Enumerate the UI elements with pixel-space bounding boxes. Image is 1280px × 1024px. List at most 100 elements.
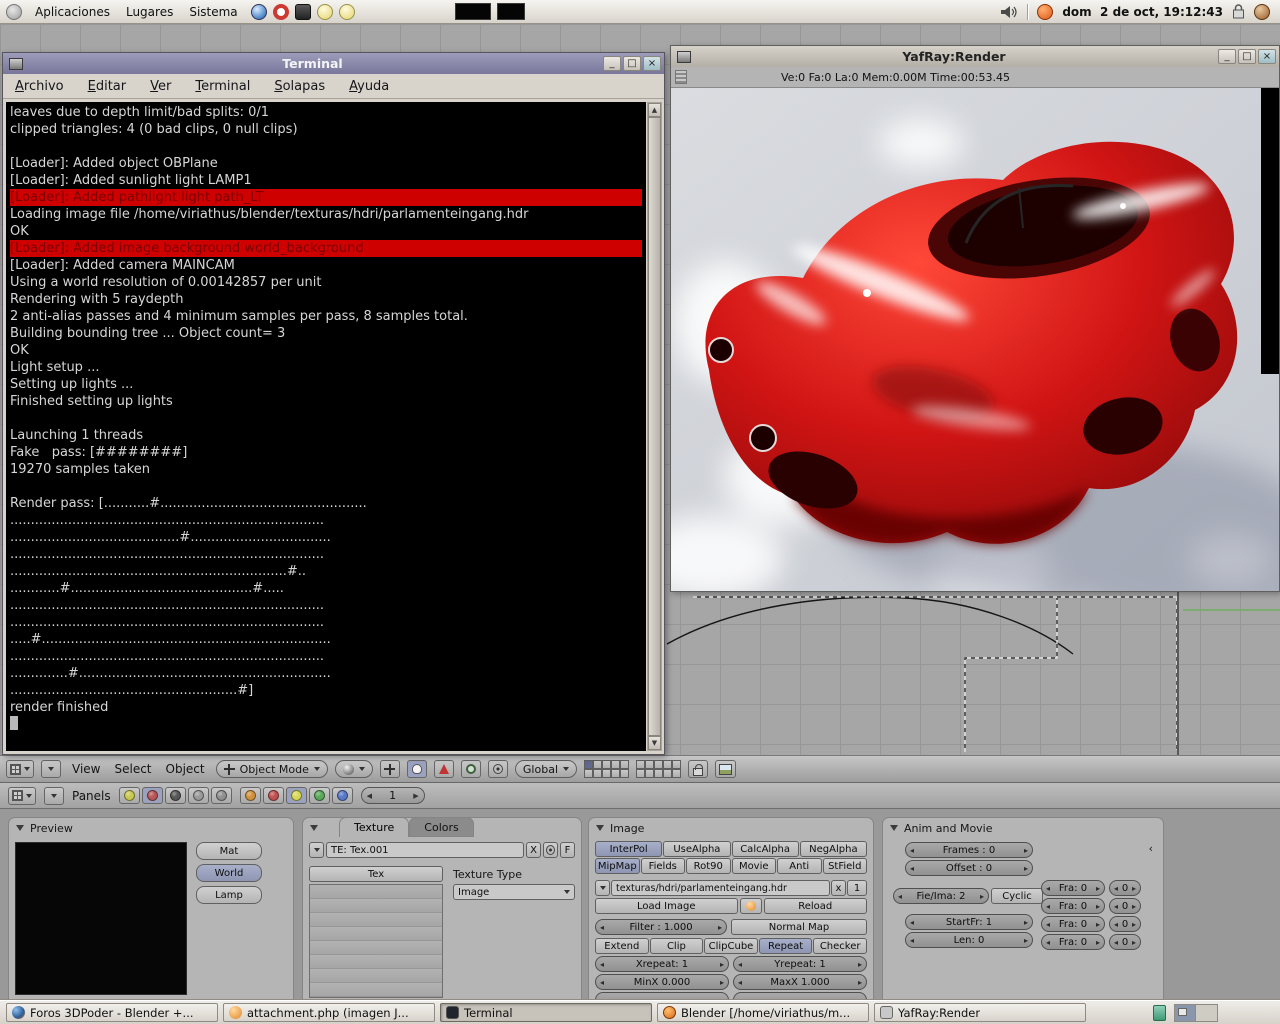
- texture-browse-button[interactable]: [309, 842, 324, 858]
- minimize-button[interactable]: _: [1218, 49, 1236, 64]
- top-menu-sistema[interactable]: Sistema: [182, 3, 244, 21]
- fra-field[interactable]: Fra: 0: [1041, 916, 1105, 932]
- startfr-field[interactable]: StartFr: 1: [905, 914, 1033, 930]
- panel-collapse-icon[interactable]: [890, 825, 898, 831]
- scene-icon[interactable]: [210, 787, 232, 804]
- top-menu-lugares[interactable]: Lugares: [119, 3, 180, 21]
- minimize-button[interactable]: _: [603, 56, 621, 71]
- yrepeat-slider[interactable]: Yrepeat: 1: [733, 956, 867, 972]
- notes-tray-icon[interactable]: [1153, 1004, 1166, 1021]
- image-checker-button[interactable]: Checker: [813, 938, 867, 954]
- frames-field[interactable]: Frames : 0: [905, 842, 1033, 858]
- script-icon[interactable]: [164, 787, 186, 804]
- terminal-menu-ver[interactable]: Ver: [150, 79, 171, 94]
- terminal-menu-editar[interactable]: Editar: [88, 79, 127, 94]
- rotate-manipulator-button[interactable]: [433, 760, 454, 778]
- layer-button[interactable]: [636, 769, 645, 778]
- logic-icon[interactable]: [118, 787, 140, 804]
- cyclic-button[interactable]: Cyclic: [991, 888, 1043, 904]
- fra-zero-field[interactable]: 0: [1109, 880, 1141, 896]
- reload-button[interactable]: Reload: [763, 898, 867, 914]
- anim-panel-header[interactable]: Anim and Movie: [883, 818, 1163, 838]
- layer-button[interactable]: [611, 769, 620, 778]
- image-delete-button[interactable]: x: [831, 880, 846, 896]
- terminal-menu-solapas[interactable]: Solapas: [274, 79, 325, 94]
- layer-button[interactable]: [584, 760, 593, 769]
- layer-button[interactable]: [645, 769, 654, 778]
- terminal-output[interactable]: leaves due to depth limit/bad splits: 0/…: [6, 102, 646, 751]
- scroll-up-icon[interactable]: [648, 103, 661, 117]
- taskbar-task[interactable]: YafRay:Render: [874, 1003, 1086, 1022]
- scrollbar-thumb[interactable]: [648, 117, 661, 736]
- viewport-menu-view[interactable]: View: [72, 762, 100, 776]
- maximize-button[interactable]: □: [1238, 49, 1256, 64]
- image-extend-button[interactable]: Extend: [595, 938, 649, 954]
- lamp-icon[interactable]: [239, 787, 261, 804]
- volume-icon[interactable]: [1000, 5, 1018, 19]
- hand-tool-button[interactable]: [406, 760, 427, 778]
- tab-texture[interactable]: Texture: [339, 817, 410, 837]
- workspace-1[interactable]: [1175, 1004, 1196, 1021]
- normal-map-button[interactable]: Normal Map: [731, 919, 867, 935]
- terminal-menu-archivo[interactable]: Archivo: [15, 79, 64, 94]
- panel-collapse-icon[interactable]: [16, 825, 24, 831]
- fra-field[interactable]: Fra: 0: [1041, 934, 1105, 950]
- preview-world-button[interactable]: World: [196, 864, 262, 882]
- maxx-field[interactable]: MaxX 1.000: [733, 974, 867, 990]
- layer-button[interactable]: [672, 760, 681, 769]
- yafray-titlebar[interactable]: YafRay:Render _ □ ×: [671, 46, 1279, 67]
- mode-dropdown[interactable]: Object Mode: [215, 760, 328, 778]
- layer-button[interactable]: [654, 760, 663, 769]
- close-button[interactable]: ×: [643, 56, 661, 71]
- update-notifier-icon[interactable]: [1037, 3, 1054, 20]
- layer-button[interactable]: [620, 760, 629, 769]
- bulb-launcher-icon-2[interactable]: [338, 3, 355, 20]
- layer-button[interactable]: [663, 760, 672, 769]
- filter-slider[interactable]: Filter : 1.000: [595, 919, 727, 935]
- offset-field[interactable]: Offset : 0: [905, 860, 1033, 876]
- layer-button[interactable]: [654, 769, 663, 778]
- miny-field-cropped[interactable]: [595, 992, 729, 1000]
- center-manipulator-button[interactable]: [487, 760, 508, 778]
- image-clip-button[interactable]: Clip: [649, 938, 704, 954]
- maxy-field-cropped[interactable]: [733, 992, 867, 1000]
- help-launcher-icon[interactable]: [272, 3, 289, 20]
- layer-button[interactable]: [611, 760, 620, 769]
- window-swatch-1[interactable]: [455, 3, 491, 20]
- terminal-menu-terminal[interactable]: Terminal: [195, 79, 250, 94]
- layer-button[interactable]: [645, 760, 654, 769]
- image-interpol-button[interactable]: InterPol: [595, 841, 663, 857]
- draw-type-dropdown[interactable]: [334, 760, 373, 778]
- image-path-field[interactable]: texturas/hdri/parlamenteingang.hdr: [611, 880, 830, 896]
- texture-channel-slot[interactable]: [310, 927, 442, 941]
- image-clipcube-button[interactable]: ClipCube: [704, 938, 758, 954]
- layer-button[interactable]: [602, 769, 611, 778]
- texture-channel-slot[interactable]: [310, 885, 442, 899]
- fie-ima-field[interactable]: Fie/Ima: 2: [893, 888, 989, 904]
- fra-zero-field[interactable]: 0: [1109, 898, 1141, 914]
- len-field[interactable]: Len: 0: [905, 932, 1033, 948]
- screenshot-launcher-icon[interactable]: [294, 3, 311, 20]
- viewport-menu-object[interactable]: Object: [166, 762, 205, 776]
- clock[interactable]: dom 2 de oct, 19:12:43: [1062, 5, 1223, 19]
- fra-zero-field[interactable]: 0: [1109, 934, 1141, 950]
- minx-field[interactable]: MinX 0.000: [595, 974, 729, 990]
- image-stfield-button[interactable]: StField: [822, 858, 867, 874]
- file-browser-button[interactable]: [739, 898, 762, 914]
- texture-channel-slot[interactable]: [310, 941, 442, 955]
- terminal-titlebar[interactable]: Terminal _ □ ×: [3, 53, 664, 74]
- scale-manipulator-button[interactable]: [460, 760, 481, 778]
- terminal-menu-ayuda[interactable]: Ayuda: [349, 79, 389, 94]
- preview-mat-button[interactable]: Mat: [196, 842, 262, 860]
- gnome-main-menu-icon[interactable]: [6, 3, 22, 20]
- panel-collapse-icon[interactable]: [596, 825, 604, 831]
- tab-colors[interactable]: Colors: [409, 817, 474, 837]
- material-icon[interactable]: [262, 787, 284, 804]
- image-calcalpha-button[interactable]: CalcAlpha: [731, 841, 799, 857]
- quit-icon[interactable]: [1254, 3, 1270, 20]
- translate-manipulator-button[interactable]: [379, 760, 400, 778]
- fra-zero-field[interactable]: 0: [1109, 916, 1141, 932]
- window-swatch-2[interactable]: [497, 3, 525, 20]
- scroll-down-icon[interactable]: [648, 736, 661, 750]
- taskbar-task[interactable]: Foros 3DPoder - Blender +...: [6, 1003, 218, 1022]
